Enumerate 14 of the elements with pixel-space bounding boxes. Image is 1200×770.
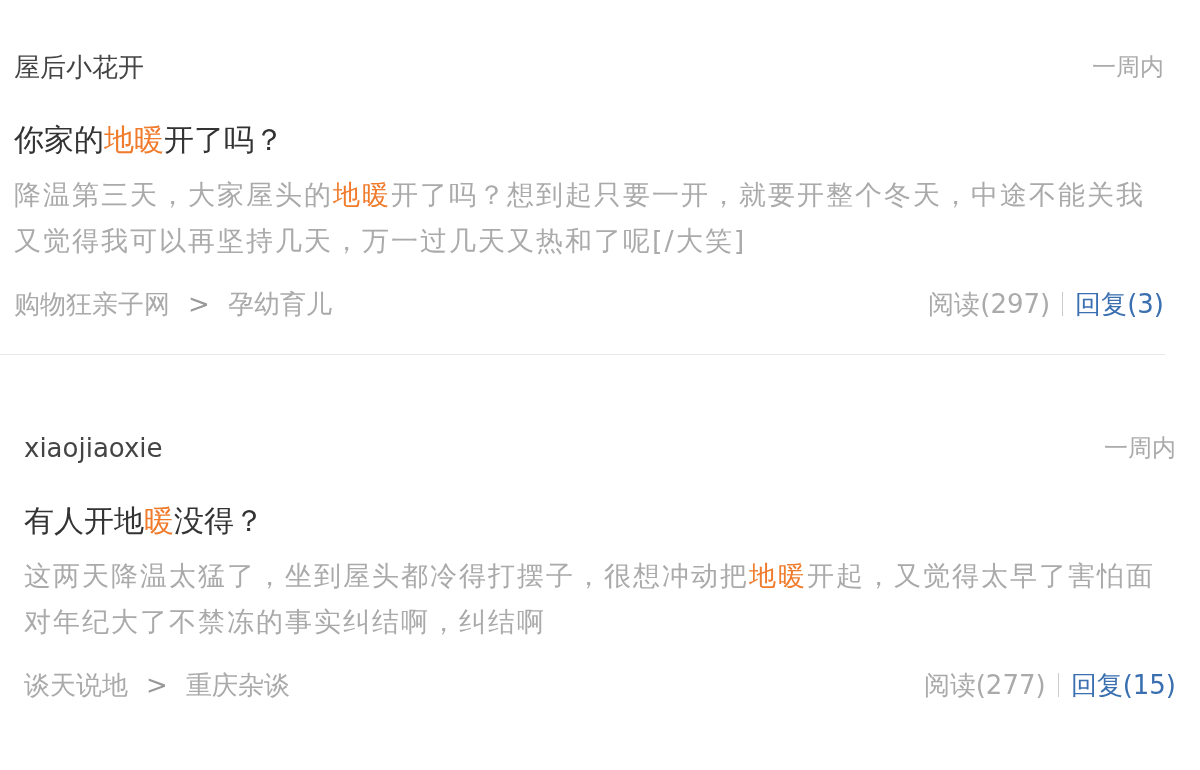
chevron-icon: > [146, 665, 168, 705]
post-excerpt: 这两天降温太猛了，坐到屋头都冷得打摆子，很想冲动把地暖开起，又觉得太早了害怕面 对年纪大了不禁冻的事实纠结啊，纠结啊 [24, 559, 1156, 639]
chevron-icon: > [188, 284, 210, 324]
read-count: 阅读(297) [928, 287, 1051, 321]
post-title[interactable]: 有人开地暖没得？ [24, 501, 1176, 541]
author-name[interactable]: 屋后小花开 [14, 47, 144, 87]
post-time: 一周内 [1092, 52, 1164, 83]
post-title[interactable]: 你家的地暖开了吗？ [14, 120, 1164, 160]
reply-link[interactable]: 回复(3) [1075, 284, 1164, 324]
reply-link[interactable]: 回复(15) [1070, 665, 1176, 705]
post-excerpt: 降温第三天，大家屋头的地暖开了吗？想到起只要一开，就要开整个冬天，中途不能关我 又觉得我可以再坚持几天，万一过几天又热和了呢[/大笑] [14, 178, 1146, 258]
read-count: 阅读(277) [923, 668, 1046, 702]
post-time: 一周内 [1104, 433, 1176, 464]
author-name[interactable]: xiaojiaoxie [24, 428, 163, 468]
